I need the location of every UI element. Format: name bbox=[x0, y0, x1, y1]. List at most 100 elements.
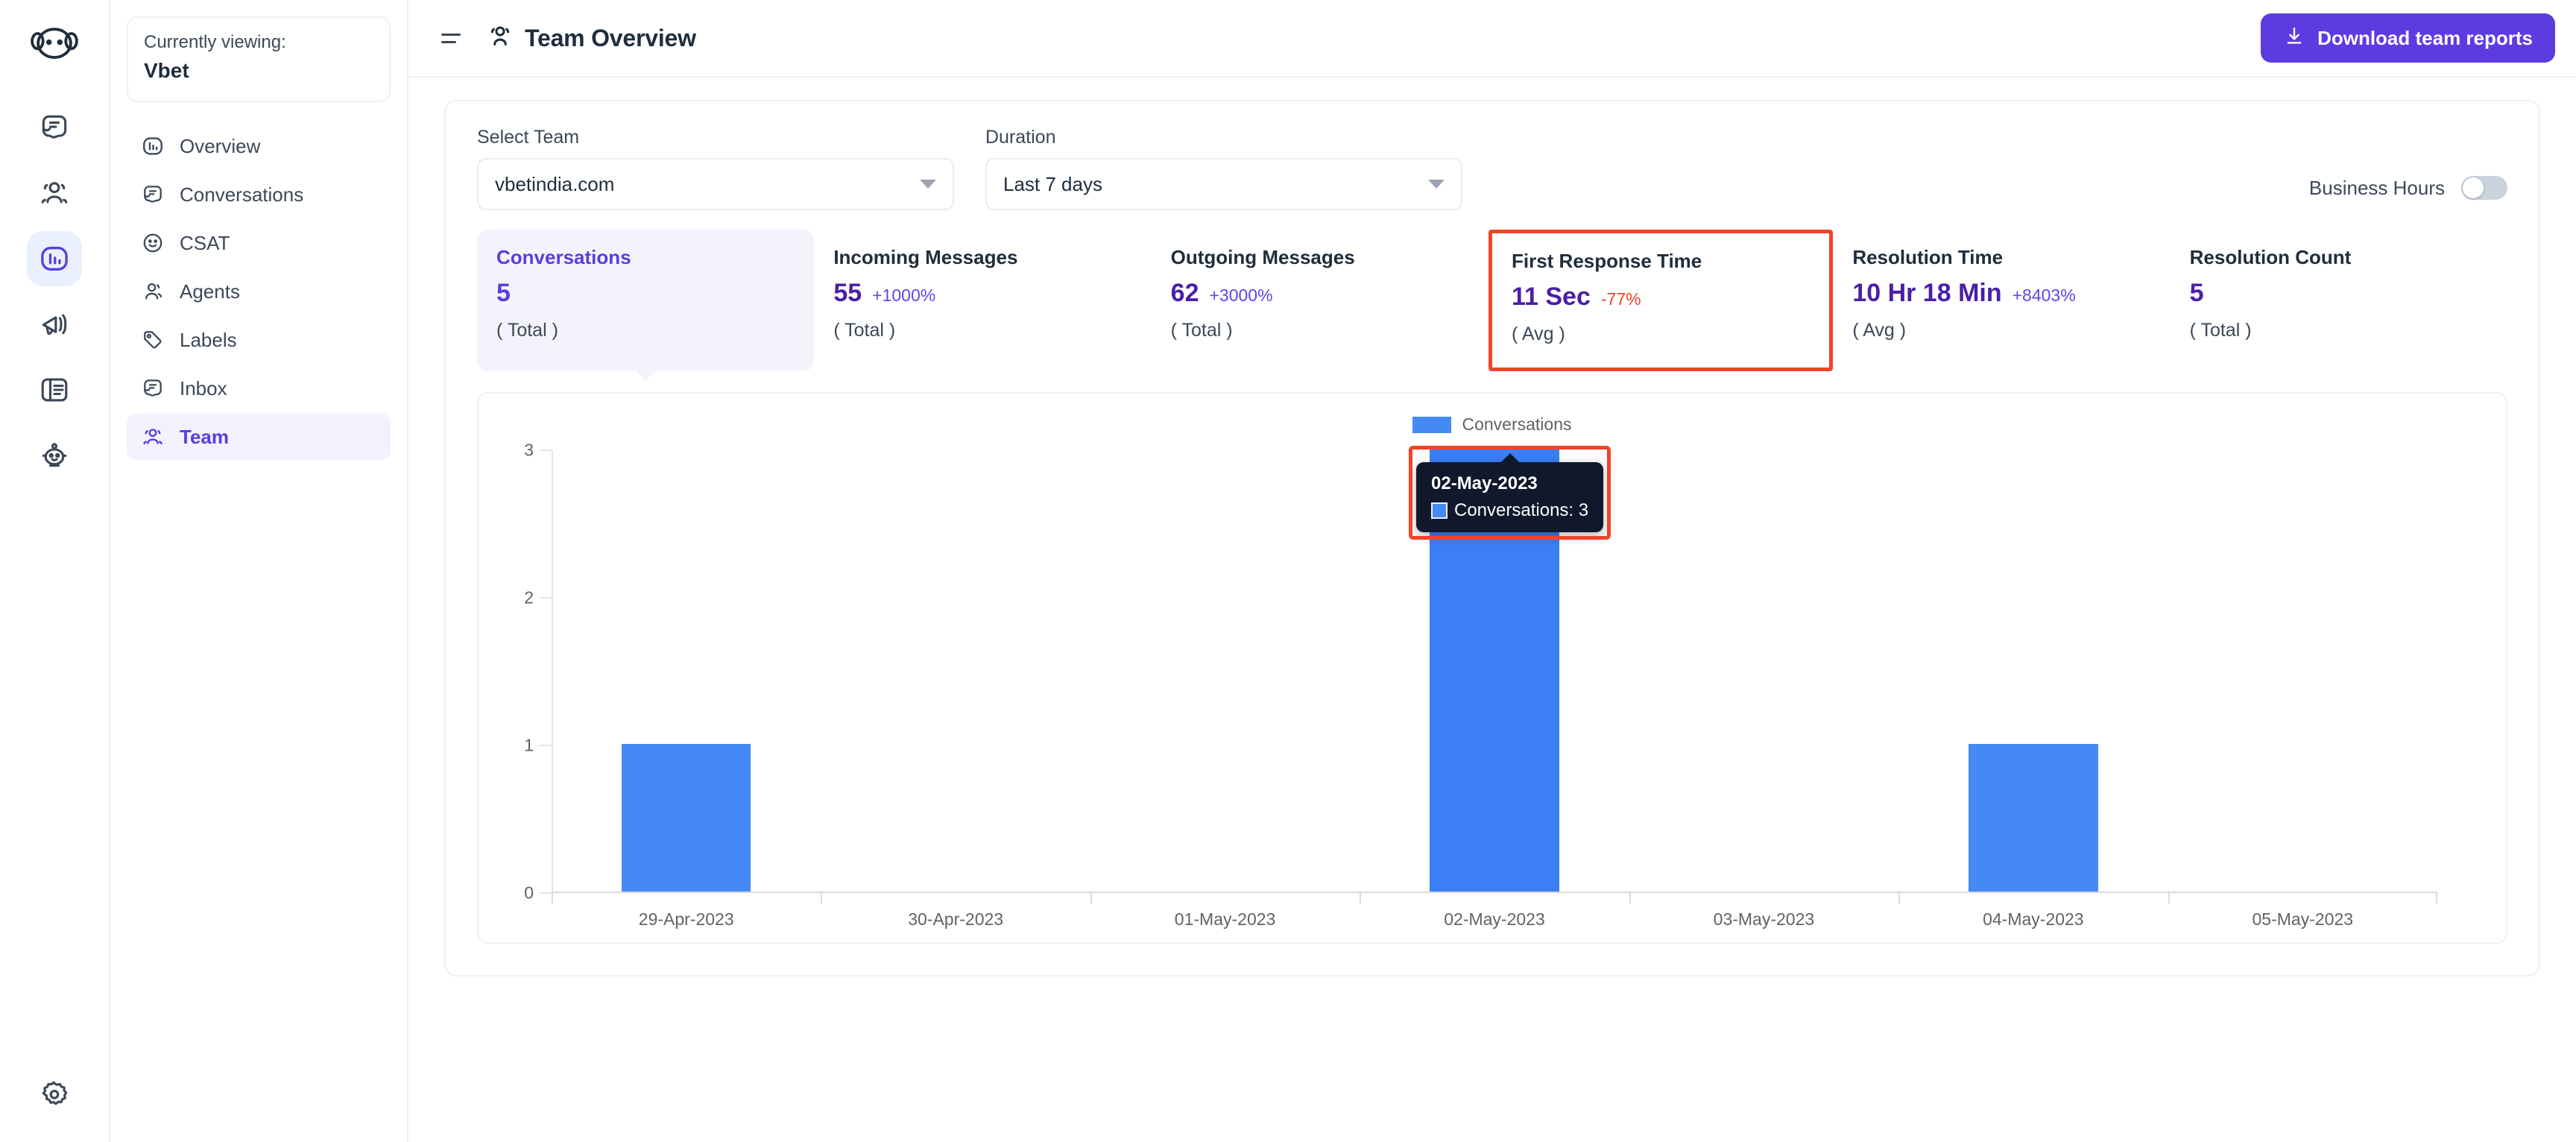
metrics-row: Conversations 5 ( Total ) Incoming Messa… bbox=[477, 230, 2507, 371]
y-axis-line bbox=[552, 449, 553, 893]
metric-title: Outgoing Messages bbox=[1170, 246, 1355, 268]
sidebar-item-csat[interactable]: CSAT bbox=[127, 220, 391, 266]
sidebar-item-labels[interactable]: Labels bbox=[127, 317, 391, 363]
chart-bar[interactable] bbox=[1969, 743, 2098, 892]
metric-value: 55 bbox=[833, 279, 862, 308]
metric-delta: +8403% bbox=[2012, 286, 2076, 306]
reports-panel: Select Team vbetindia.com Duration Last … bbox=[444, 100, 2540, 977]
chart-tooltip-value: Conversations: 3 bbox=[1454, 499, 1589, 520]
x-axis-line bbox=[552, 891, 2437, 893]
metric-subtitle: ( Avg ) bbox=[1852, 319, 1907, 341]
metric-value: 5 bbox=[496, 279, 511, 308]
x-axis-tick bbox=[821, 892, 823, 903]
page-title-group: Team Overview bbox=[486, 22, 696, 54]
metric-card-resolution-count[interactable]: Resolution Count 5 ( Total ) bbox=[2171, 230, 2507, 371]
x-axis-tick-label: 02-May-2023 bbox=[1444, 909, 1545, 929]
metric-value-row: 55 +1000% bbox=[833, 279, 1131, 308]
metric-value-row: 11 Sec -77% bbox=[1512, 283, 1810, 311]
x-axis-tick-label: 29-Apr-2023 bbox=[638, 909, 734, 929]
metric-card-conversations[interactable]: Conversations 5 ( Total ) bbox=[477, 230, 815, 371]
x-axis-tick-label: 01-May-2023 bbox=[1174, 909, 1276, 929]
y-axis-tick bbox=[540, 449, 552, 451]
metric-value: 5 bbox=[2189, 279, 2204, 308]
chart-bar[interactable] bbox=[621, 743, 751, 892]
smiley-icon bbox=[140, 230, 165, 256]
metric-value-row: 5 bbox=[2189, 279, 2488, 308]
sidebar-item-label: CSAT bbox=[180, 231, 230, 254]
metric-subtitle: ( Total ) bbox=[1170, 319, 1233, 341]
select-team-value: vbetindia.com bbox=[495, 172, 615, 195]
metric-subtitle: ( Avg ) bbox=[1511, 323, 1565, 344]
chart-plot-area[interactable]: 0 1 2 3 29-Apr-2023 30-Apr-2023 01-May-2023 02-… bbox=[501, 440, 2484, 929]
chatwoot-logo[interactable] bbox=[28, 19, 80, 72]
y-axis-tick-label: 1 bbox=[524, 735, 534, 755]
sidebar-item-agents[interactable]: Agents bbox=[127, 268, 391, 315]
sidebar-item-conversations[interactable]: Conversations bbox=[127, 171, 391, 218]
conversations-bar-chart-card: Conversations 0 1 2 3 29-Apr-2023 30-Apr-2023… bbox=[477, 391, 2507, 944]
main-area: Team Overview Download team reports Sele… bbox=[408, 0, 2576, 1142]
conversations-icon bbox=[140, 182, 165, 207]
duration-field: Duration Last 7 days bbox=[985, 128, 1462, 210]
team-people-icon bbox=[140, 424, 165, 449]
hamburger-icon[interactable] bbox=[441, 25, 467, 51]
bar-chart-icon bbox=[140, 133, 165, 159]
sidebar-item-label: Agents bbox=[180, 280, 240, 303]
content-area: Select Team vbetindia.com Duration Last … bbox=[408, 78, 2576, 1142]
currently-viewing-label: Currently viewing: bbox=[144, 32, 286, 52]
sidebar-item-label: Team bbox=[180, 425, 229, 448]
rail-item-contacts[interactable] bbox=[27, 165, 82, 221]
metric-subtitle: ( Total ) bbox=[2189, 319, 2252, 341]
metric-title: Resolution Count bbox=[2189, 246, 2352, 268]
business-hours-group: Business Hours bbox=[2309, 176, 2507, 210]
select-team-field: Select Team vbetindia.com bbox=[477, 128, 954, 210]
agent-person-icon bbox=[140, 279, 165, 304]
duration-value: Last 7 days bbox=[1003, 172, 1102, 195]
sidebar-item-overview[interactable]: Overview bbox=[127, 123, 391, 169]
rail-item-help-center[interactable] bbox=[27, 362, 82, 417]
metric-card-outgoing-messages[interactable]: Outgoing Messages 62 +3000% ( Total ) bbox=[1152, 230, 1489, 371]
rail-item-campaigns[interactable] bbox=[27, 297, 82, 352]
sidebar-item-label: Conversations bbox=[180, 183, 304, 206]
x-axis-tick bbox=[2436, 892, 2437, 903]
sidebar-item-label: Overview bbox=[180, 134, 261, 157]
x-axis-tick-label: 05-May-2023 bbox=[2252, 909, 2354, 929]
rail-item-reports[interactable] bbox=[27, 231, 82, 286]
chart-tooltip-title: 02-May-2023 bbox=[1431, 473, 1538, 493]
metric-delta: +1000% bbox=[872, 286, 936, 306]
x-axis-tick bbox=[552, 892, 553, 903]
metric-subtitle: ( Total ) bbox=[496, 319, 558, 341]
select-team-dropdown[interactable]: vbetindia.com bbox=[477, 158, 954, 210]
rail-item-settings[interactable] bbox=[27, 1067, 82, 1123]
x-axis-tick-label: 04-May-2023 bbox=[1983, 909, 2084, 929]
sidebar-item-team[interactable]: Team bbox=[127, 413, 391, 460]
download-team-reports-button[interactable]: Download team reports bbox=[2261, 13, 2555, 63]
rail-item-conversations[interactable] bbox=[27, 100, 82, 155]
metric-card-incoming-messages[interactable]: Incoming Messages 55 +1000% ( Total ) bbox=[814, 230, 1151, 371]
filters-row: Select Team vbetindia.com Duration Last … bbox=[477, 128, 2507, 210]
rail-item-bots[interactable] bbox=[27, 428, 82, 483]
x-axis-tick-label: 30-Apr-2023 bbox=[908, 909, 1004, 929]
metric-card-resolution-time[interactable]: Resolution Time 10 Hr 18 Min +8403% ( Av… bbox=[1833, 230, 2170, 371]
business-hours-toggle[interactable] bbox=[2461, 176, 2507, 200]
metric-card-first-response-time[interactable]: First Response Time 11 Sec -77% ( Avg ) bbox=[1488, 230, 1834, 371]
sidebar-item-label: Inbox bbox=[180, 376, 227, 400]
x-axis-tick bbox=[1360, 892, 1362, 903]
metric-title: Resolution Time bbox=[1852, 246, 2004, 268]
duration-label: Duration bbox=[985, 127, 1056, 148]
metric-title: Incoming Messages bbox=[833, 246, 1018, 268]
x-axis-tick bbox=[2168, 892, 2170, 903]
currently-viewing-account: Vbet bbox=[144, 59, 189, 83]
chevron-down-icon bbox=[1428, 180, 1445, 189]
toggle-knob bbox=[2463, 177, 2484, 198]
x-axis-tick bbox=[1090, 892, 1092, 903]
sidebar-item-inbox[interactable]: Inbox bbox=[127, 365, 391, 411]
secondary-sidebar: Currently viewing: Vbet Overview Convers… bbox=[110, 0, 408, 1142]
x-axis-tick-label: 03-May-2023 bbox=[1713, 909, 1815, 929]
metric-delta: -77% bbox=[1600, 289, 1641, 309]
duration-dropdown[interactable]: Last 7 days bbox=[985, 158, 1462, 210]
team-people-icon bbox=[486, 22, 514, 54]
x-axis-tick bbox=[1629, 892, 1631, 903]
chevron-down-icon bbox=[920, 180, 936, 189]
download-team-reports-label: Download team reports bbox=[2317, 26, 2533, 49]
download-icon bbox=[2283, 25, 2305, 52]
